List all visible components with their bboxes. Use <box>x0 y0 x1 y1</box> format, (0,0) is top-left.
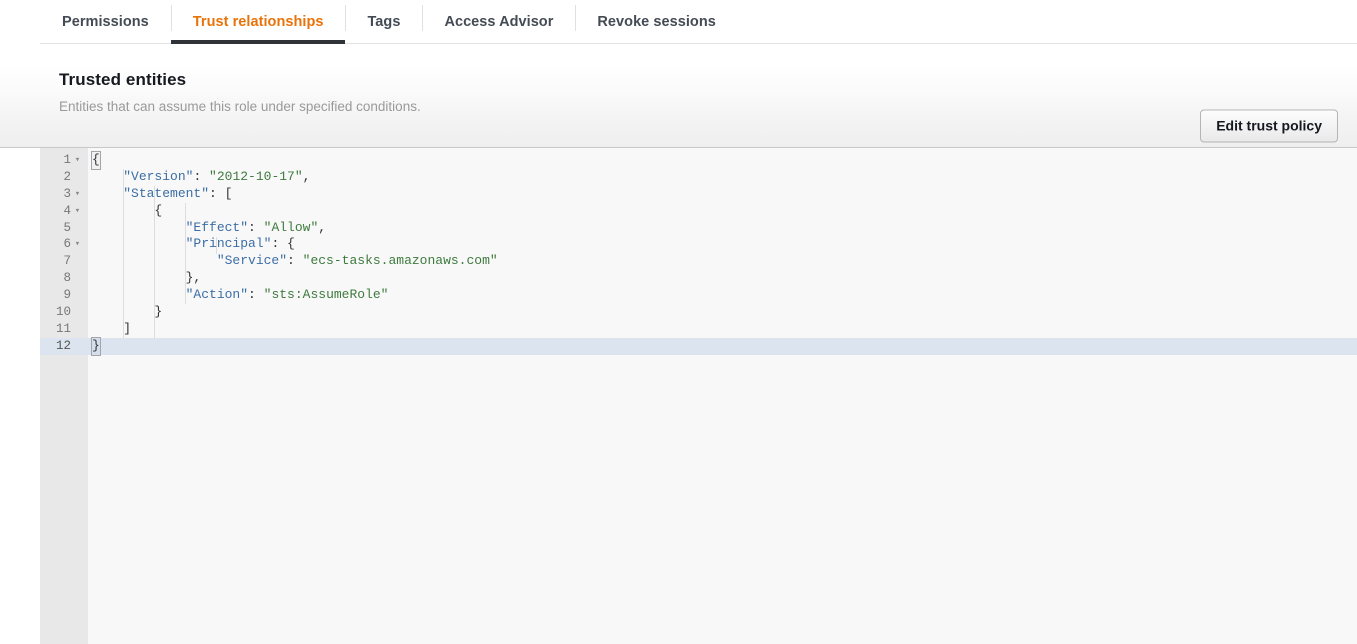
code-line[interactable]: "Statement": [ <box>88 186 1357 203</box>
gutter-line: 2▾ <box>40 169 88 186</box>
line-number: 8 <box>63 271 71 286</box>
code-line[interactable]: "Service": "ecs-tasks.amazonaws.com" <box>88 253 1357 270</box>
code-token-str: "Allow" <box>263 219 319 235</box>
code-token-str: "ecs-tasks.amazonaws.com" <box>302 253 498 269</box>
tab-label: Tags <box>367 14 401 30</box>
line-number: 10 <box>55 305 71 320</box>
code-token-punc: : <box>193 168 210 184</box>
code-line[interactable]: "Principal": { <box>88 236 1357 253</box>
tab-label: Revoke sessions <box>597 14 716 30</box>
code-line[interactable]: "Action": "sts:AssumeRole" <box>88 287 1357 304</box>
fold-toggle-icon[interactable]: ▾ <box>71 240 84 249</box>
code-token-punc: : { <box>271 236 295 252</box>
code-token-punc: } <box>92 304 163 320</box>
page-subtitle: Entities that can assume this role under… <box>59 99 421 114</box>
code-token-key: "Action" <box>185 287 249 303</box>
code-token-punc <box>92 236 186 253</box>
gutter-line: 9▾ <box>40 287 88 304</box>
code-token-punc: : [ <box>209 185 233 201</box>
line-number: 4 <box>63 203 71 218</box>
code-token-key: "Service" <box>216 253 288 269</box>
gutter-line: 6 ▾ <box>40 236 88 253</box>
code-line[interactable]: } <box>88 304 1357 321</box>
tab-revoke-sessions[interactable]: Revoke sessions <box>575 0 737 44</box>
code-token-punc <box>92 169 123 186</box>
code-token-punc: }, <box>92 270 202 286</box>
tab-trust-relationships[interactable]: Trust relationships <box>170 0 346 44</box>
code-token-punc: : <box>287 253 303 269</box>
code-token-punc <box>92 253 217 270</box>
gutter-line: 12▾ <box>40 337 88 355</box>
line-number: 2 <box>63 169 71 184</box>
gutter-line: 3 ▾ <box>40 186 88 203</box>
line-number: 11 <box>55 321 71 336</box>
tab-tags[interactable]: Tags <box>345 0 422 44</box>
line-number: 12 <box>55 338 71 353</box>
fold-toggle-icon[interactable]: ▾ <box>71 206 84 216</box>
code-line[interactable]: "Version": "2012-10-17", <box>88 169 1357 186</box>
code-token-punc <box>92 287 186 304</box>
line-number: 7 <box>63 254 71 269</box>
gutter-line: 8▾ <box>40 270 88 287</box>
gutter-line: 10▾ <box>40 304 88 321</box>
code-token-punc: ] <box>92 320 132 336</box>
page-title: Trusted entities <box>59 70 187 89</box>
line-number: 9 <box>63 288 71 303</box>
code-line[interactable]: }, <box>88 270 1357 287</box>
code-token-punc: , <box>302 168 311 184</box>
line-number: 6 <box>63 237 71 252</box>
code-line[interactable]: ] <box>88 321 1357 338</box>
trusted-entities-header: Trusted entities Entities that can assum… <box>0 44 1357 148</box>
gutter-line: 1 ▾ <box>40 152 88 169</box>
role-detail-tabbar: Permissions Trust relationships Tags Acc… <box>0 0 1357 44</box>
code-token-key: "Principal" <box>185 236 272 252</box>
editor-code-area[interactable]: { "Version": "2012-10-17", "Statement": … <box>88 148 1357 644</box>
code-token-key: "Statement" <box>123 185 210 201</box>
tab-label: Access Advisor <box>444 14 554 30</box>
code-token-str: "2012-10-17" <box>209 168 303 184</box>
code-token-punc <box>92 186 123 203</box>
edit-trust-policy-button[interactable]: Edit trust policy <box>1200 109 1338 143</box>
code-token-key: "Version" <box>123 168 194 184</box>
line-number: 5 <box>63 220 71 235</box>
code-token-key: "Effect" <box>185 219 249 235</box>
code-line[interactable]: } <box>88 336 1357 356</box>
line-number: 1 <box>63 153 71 167</box>
tab-label: Permissions <box>62 14 149 30</box>
code-token-punc: , <box>318 219 327 235</box>
code-token-brace-match: { <box>91 151 101 170</box>
fold-toggle-icon[interactable]: ▾ <box>71 189 84 199</box>
code-line[interactable]: "Effect": "Allow", <box>88 220 1357 237</box>
code-token-punc <box>92 220 186 237</box>
tab-access-advisor[interactable]: Access Advisor <box>422 0 575 44</box>
line-number: 3 <box>63 186 71 201</box>
code-line[interactable]: { <box>88 203 1357 220</box>
editor-left-margin <box>0 148 40 644</box>
gutter-line: 4 ▾ <box>40 203 88 220</box>
code-line[interactable]: { <box>88 151 1357 170</box>
gutter-line: 5▾ <box>40 220 88 237</box>
fold-toggle-icon[interactable]: ▾ <box>71 155 84 165</box>
tab-label: Trust relationships <box>192 14 324 30</box>
gutter-line: 7▾ <box>40 253 88 270</box>
code-token-punc: { <box>92 202 163 218</box>
code-token-punc: : <box>248 219 264 235</box>
code-token-brace-match: } <box>91 336 101 356</box>
editor-gutter[interactable]: 1▾2▾3▾4▾5▾6▾7▾8▾9▾10▾11▾12▾ <box>40 148 88 644</box>
code-token-str: "sts:AssumeRole" <box>263 287 389 303</box>
tab-permissions[interactable]: Permissions <box>40 0 171 44</box>
gutter-line: 11▾ <box>40 321 88 338</box>
code-token-punc: : <box>248 287 264 303</box>
trust-policy-editor: 1▾2▾3▾4▾5▾6▾7▾8▾9▾10▾11▾12▾ { "Version":… <box>0 148 1357 644</box>
